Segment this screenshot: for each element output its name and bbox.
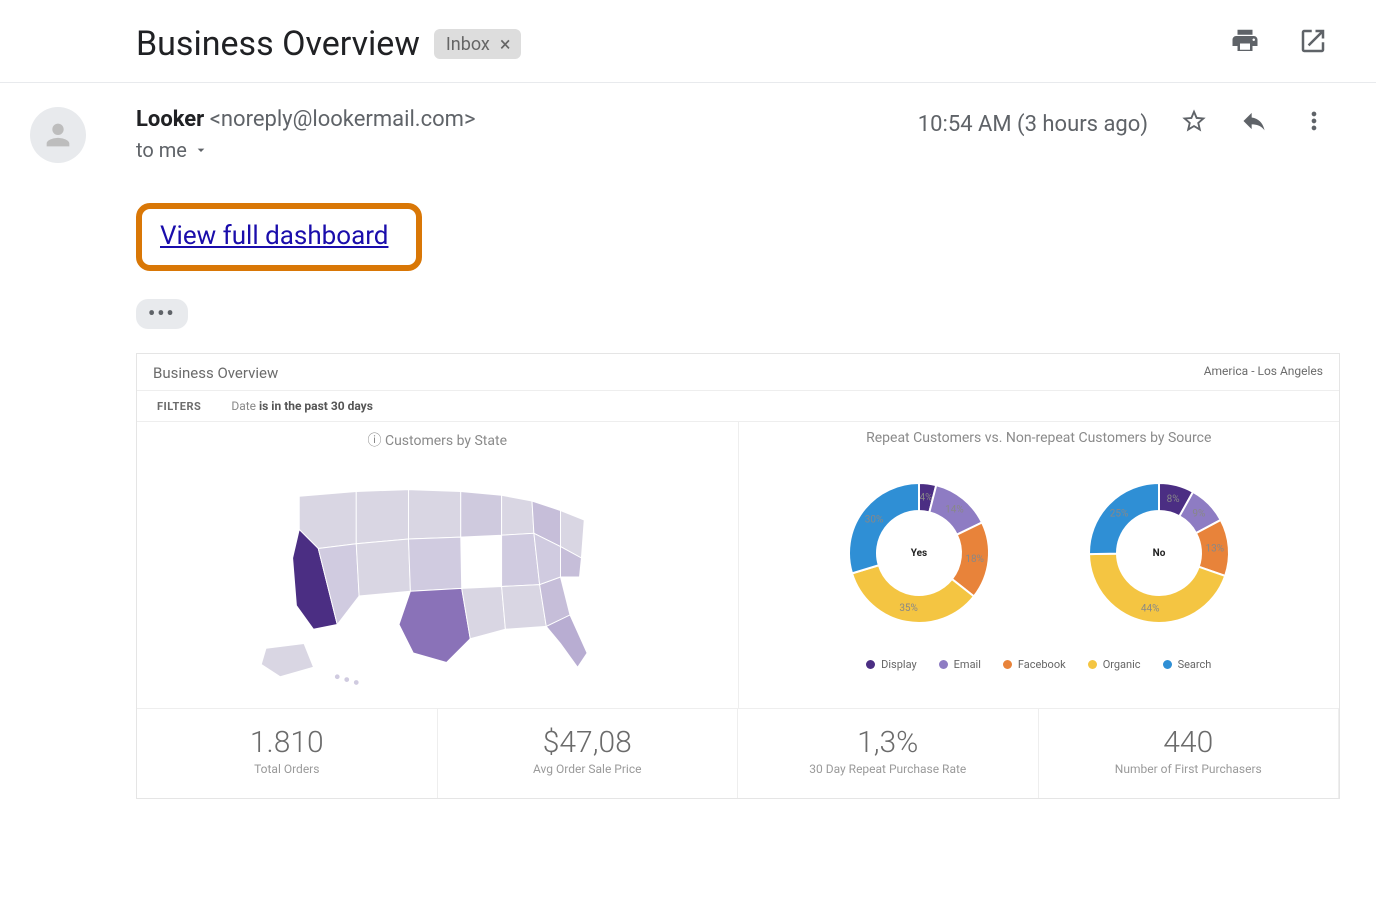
sender-name: Looker xyxy=(136,107,204,132)
email-subject: Business Overview xyxy=(136,24,420,64)
slice-pct-label: 18% xyxy=(965,554,984,565)
map-panel: ⓘ Customers by State xyxy=(137,422,739,708)
legend-item: Facebook xyxy=(1003,658,1066,671)
chart-legend: Display Email Facebook Organic Search xyxy=(751,658,1328,671)
highlighted-link-box: View full dashboard xyxy=(136,203,422,271)
sender-row: Looker <noreply@lookermail.com> to me 10… xyxy=(0,83,1376,163)
donut-center-label: Yes xyxy=(911,548,927,559)
timestamp: 10:54 AM (3 hours ago) xyxy=(918,112,1148,137)
kpi-value: 1,3% xyxy=(746,725,1030,760)
chevron-down-icon xyxy=(193,142,209,158)
folder-badge-label: Inbox xyxy=(446,34,490,55)
slice-pct-label: 44% xyxy=(1141,603,1160,614)
us-map xyxy=(149,456,726,698)
legend-item: Search xyxy=(1163,658,1212,671)
kpi-value: 440 xyxy=(1047,725,1331,760)
donuts-panel-title: Repeat Customers vs. Non-repeat Customer… xyxy=(751,430,1328,446)
open-new-window-icon[interactable] xyxy=(1298,26,1328,60)
slice-pct-label: 4% xyxy=(919,492,932,503)
reply-icon[interactable] xyxy=(1240,107,1268,141)
kpi-card: 1,3% 30 Day Repeat Purchase Rate xyxy=(738,708,1039,798)
to-label: to me xyxy=(136,138,187,162)
slice-pct-label: 9% xyxy=(1192,509,1205,520)
kpi-card: $47,08 Avg Order Sale Price xyxy=(438,708,739,798)
slice-pct-label: 14% xyxy=(945,505,964,516)
view-full-dashboard-link[interactable]: View full dashboard xyxy=(160,221,388,251)
slice-pct-label: 25% xyxy=(1110,509,1129,520)
sender-email: <noreply@lookermail.com> xyxy=(210,107,476,132)
print-icon[interactable] xyxy=(1230,26,1260,60)
map-panel-title: ⓘ Customers by State xyxy=(149,430,726,450)
meta-col: 10:54 AM (3 hours ago) xyxy=(918,107,1328,141)
kpi-row: 1.810 Total Orders $47,08 Avg Order Sale Pr… xyxy=(137,708,1339,798)
donut-no: 8% 9% 13% 44% 25% No xyxy=(1059,458,1259,652)
kpi-label: Avg Order Sale Price xyxy=(446,762,730,776)
dashboard-header: Business Overview America - Los Angeles xyxy=(137,354,1339,391)
expand-trimmed-icon[interactable]: ••• xyxy=(136,299,188,329)
filter-text: Date is in the past 30 days xyxy=(231,399,373,413)
donuts-row: 4% 14% 18% 35% 30% Yes 8% 9% 13% 44% 25% No xyxy=(751,452,1328,652)
kpi-card: 1.810 Total Orders xyxy=(137,708,438,798)
legend-item: Display xyxy=(866,658,917,671)
kpi-value: 1.810 xyxy=(145,725,429,760)
kpi-value: $47,08 xyxy=(446,725,730,760)
legend-item: Email xyxy=(939,658,981,671)
donut-yes: 4% 14% 18% 35% 30% Yes xyxy=(819,458,1019,652)
to-line[interactable]: to me xyxy=(136,138,1336,162)
dashboard-title: Business Overview xyxy=(153,364,278,382)
email-subject-row: Business Overview Inbox × xyxy=(0,0,1376,83)
donut-center-label: No xyxy=(1152,548,1165,559)
more-icon[interactable] xyxy=(1300,107,1328,141)
kpi-label: Total Orders xyxy=(145,762,429,776)
filters-label: FILTERS xyxy=(157,400,201,413)
kpi-label: 30 Day Repeat Purchase Rate xyxy=(746,762,1030,776)
email-body: View full dashboard ••• xyxy=(0,163,1376,329)
slice-pct-label: 35% xyxy=(899,603,918,614)
kpi-card: 440 Number of First Purchasers xyxy=(1039,708,1340,798)
slice-pct-label: 30% xyxy=(864,515,883,526)
folder-badge[interactable]: Inbox × xyxy=(434,29,521,59)
legend-item: Organic xyxy=(1088,658,1141,671)
donut-slice xyxy=(849,483,919,573)
close-icon[interactable]: × xyxy=(494,32,517,56)
avatar[interactable] xyxy=(30,107,86,163)
slice-pct-label: 13% xyxy=(1205,544,1224,555)
donuts-panel: Repeat Customers vs. Non-repeat Customer… xyxy=(739,422,1340,708)
header-actions xyxy=(1230,26,1328,60)
dashboard-preview: Business Overview America - Los Angeles … xyxy=(136,353,1340,799)
kpi-label: Number of First Purchasers xyxy=(1047,762,1331,776)
dashboard-timezone: America - Los Angeles xyxy=(1204,364,1323,382)
panels-row: ⓘ Customers by State xyxy=(137,422,1339,708)
filters-row: FILTERS Date is in the past 30 days xyxy=(137,391,1339,422)
slice-pct-label: 8% xyxy=(1166,494,1179,505)
star-icon[interactable] xyxy=(1180,107,1208,141)
